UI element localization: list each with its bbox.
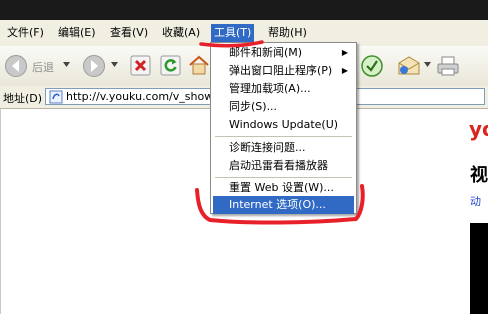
menu-edit[interactable]: 编辑(E) [55, 24, 99, 42]
menu-item-manage-addons[interactable]: 管理加载项(A)... [213, 80, 354, 98]
menu-separator [215, 177, 352, 178]
menu-item-internet-options[interactable]: Internet 选项(O)... [213, 196, 354, 214]
youku-logo[interactable]: yo [469, 117, 488, 141]
submenu-arrow-icon: ▶ [341, 48, 348, 57]
dropdown-arrow-icon[interactable] [63, 62, 70, 68]
dropdown-arrow-icon[interactable] [111, 62, 118, 68]
menu-separator [215, 136, 352, 137]
menu-view[interactable]: 查看(V) [107, 24, 151, 42]
address-url[interactable]: http://v.youku.com/v_show/id [66, 90, 227, 103]
menu-item-synchronize[interactable]: 同步(S)... [213, 98, 354, 116]
forward-icon[interactable] [82, 54, 106, 78]
menu-help[interactable]: 帮助(H) [265, 24, 310, 42]
menu-item-launch-xunlei-player[interactable]: 启动迅雷看看播放器 [213, 157, 354, 175]
video-heading: 视 [470, 165, 488, 186]
category-link[interactable]: 动 [470, 193, 481, 209]
menu-file[interactable]: 文件(F) [4, 24, 47, 42]
menu-item-mail-news[interactable]: 邮件和新闻(M) ▶ [213, 44, 354, 62]
menu-item-reset-web-settings[interactable]: 重置 Web 设置(W)... [213, 179, 354, 197]
print-icon[interactable] [436, 55, 460, 77]
video-player[interactable] [470, 223, 488, 314]
stop-icon[interactable] [130, 55, 151, 76]
home-icon[interactable] [188, 54, 210, 76]
address-label: 地址(D) [3, 92, 43, 105]
mail-icon[interactable] [396, 54, 422, 78]
menu-item-diagnose-connection[interactable]: 诊断连接问题... [213, 139, 354, 157]
menu-favorites[interactable]: 收藏(A) [159, 24, 203, 42]
media-icon[interactable] [360, 54, 384, 78]
menu-item-label: 弹出窗口阻止程序(P) [229, 64, 333, 77]
title-bar [0, 0, 488, 20]
back-label[interactable]: 后退 [32, 59, 54, 75]
dropdown-arrow-icon[interactable] [424, 62, 431, 68]
page-icon [49, 90, 63, 104]
back-icon[interactable] [4, 54, 28, 78]
menu-item-label: 邮件和新闻(M) [229, 46, 303, 59]
tools-menu: 邮件和新闻(M) ▶ 弹出窗口阻止程序(P) ▶ 管理加载项(A)... 同步(… [210, 42, 357, 214]
page-right-area: yo 视 动 [460, 109, 488, 314]
menu-item-popup-blocker[interactable]: 弹出窗口阻止程序(P) ▶ [213, 62, 354, 80]
submenu-arrow-icon: ▶ [341, 66, 348, 75]
menu-tools[interactable]: 工具(T) [211, 24, 255, 42]
menu-item-windows-update[interactable]: Windows Update(U) [213, 116, 354, 134]
refresh-icon[interactable] [160, 55, 181, 76]
